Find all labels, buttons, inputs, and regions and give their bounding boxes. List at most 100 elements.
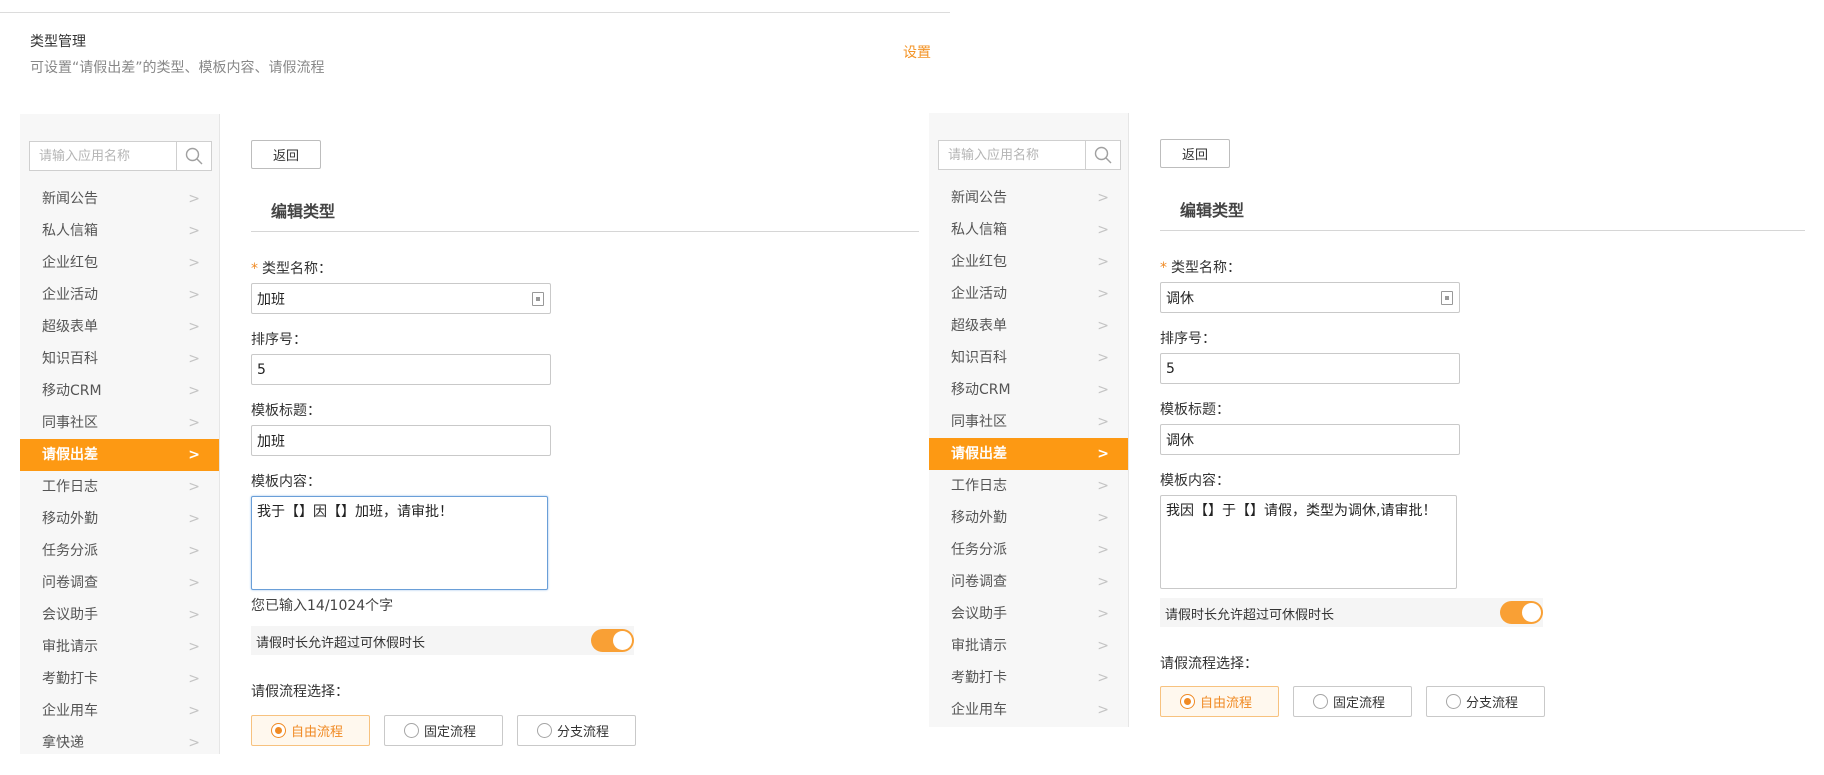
sidebar-item[interactable]: 移动CRM > [20, 375, 219, 407]
sidebar-item[interactable]: 新闻公告 > [20, 183, 219, 215]
type-management-header: 类型管理 可设置“请假出差”的类型、模板内容、请假流程 [30, 32, 325, 78]
sidebar-item-label: 会议助手 [42, 607, 98, 623]
sidebar-item-label: 企业活动 [951, 286, 1007, 302]
sidebar-item-label: 移动CRM [42, 383, 102, 399]
sidebar-item-label: 超级表单 [951, 318, 1007, 334]
sidebar-item[interactable]: 问卷调查 > [20, 567, 219, 599]
sidebar-item[interactable]: 私人信箱 > [929, 214, 1128, 246]
flow-option-label: 固定流程 [1333, 696, 1386, 711]
chevron-right-icon: > [1097, 350, 1109, 366]
sidebar-item[interactable]: 审批请示 > [20, 631, 219, 663]
chevron-right-icon: > [188, 319, 200, 335]
sidebar-item[interactable]: 移动外勤 > [929, 502, 1128, 534]
sidebar-item-label: 任务分派 [42, 543, 98, 559]
app-search-input[interactable] [30, 142, 176, 170]
app-search-box [29, 141, 212, 171]
sidebar-item[interactable]: 会议助手 > [929, 598, 1128, 630]
sidebar-item-label: 企业红包 [42, 255, 98, 271]
type-name-label: * 类型名称： [251, 258, 332, 278]
sidebar-item-label: 超级表单 [42, 319, 98, 335]
settings-link[interactable]: 设置 [903, 42, 931, 62]
chevron-right-icon: > [188, 479, 200, 495]
sidebar-item[interactable]: 考勤打卡 > [929, 662, 1128, 694]
flow-option-branch[interactable]: 分支流程 [517, 715, 636, 746]
app-search-input[interactable] [939, 141, 1085, 169]
sidebar-item[interactable]: 新闻公告 > [929, 182, 1128, 214]
overtime-allowance-toggle[interactable] [1500, 601, 1543, 624]
sidebar-item[interactable]: 企业红包 > [929, 246, 1128, 278]
flow-option-fixed[interactable]: 固定流程 [384, 715, 503, 746]
sidebar-item[interactable]: 问卷调查 > [929, 566, 1128, 598]
back-button[interactable]: 返回 [251, 140, 321, 169]
template-content-textarea[interactable]: 我因【】于【】请假，类型为调休,请审批！ [1160, 495, 1457, 589]
chevron-right-icon: > [1097, 542, 1109, 558]
chevron-right-icon: > [188, 447, 200, 463]
sidebar-item[interactable]: 请假出差 > [20, 439, 219, 471]
flow-select-label: 请假流程选择： [1160, 656, 1258, 672]
sidebar-item[interactable]: 拿快递 > [20, 727, 219, 754]
sidebar-item[interactable]: 考勤打卡 > [20, 663, 219, 695]
flow-option-free[interactable]: 自由流程 [1160, 686, 1279, 717]
sidebar-item[interactable]: 工作日志 > [929, 470, 1128, 502]
sidebar-item[interactable]: 企业红包 > [20, 247, 219, 279]
back-button[interactable]: 返回 [1160, 139, 1230, 168]
sort-number-input[interactable] [251, 354, 551, 385]
chevron-right-icon: > [188, 735, 200, 751]
chevron-right-icon: > [188, 383, 200, 399]
type-name-label: * 类型名称： [1160, 257, 1241, 277]
sidebar-item[interactable]: 企业活动 > [20, 279, 219, 311]
template-title-input[interactable] [1160, 424, 1460, 455]
sidebar-item[interactable]: 审批请示 > [929, 630, 1128, 662]
flow-option-branch[interactable]: 分支流程 [1426, 686, 1545, 717]
sidebar-item[interactable]: 私人信箱 > [20, 215, 219, 247]
flow-option-free[interactable]: 自由流程 [251, 715, 370, 746]
template-title-label: 模板标题： [251, 403, 321, 419]
contact-card-icon[interactable] [1441, 291, 1453, 305]
sidebar-item[interactable]: 企业用车 > [20, 695, 219, 727]
sidebar-item[interactable]: 移动CRM > [929, 374, 1128, 406]
chevron-right-icon: > [1097, 478, 1109, 494]
chevron-right-icon: > [1097, 638, 1109, 654]
search-icon [185, 147, 203, 165]
sidebar-item-label: 新闻公告 [42, 191, 98, 207]
type-name-input[interactable] [1160, 282, 1460, 313]
chevron-right-icon: > [188, 191, 200, 207]
sidebar-item-label: 企业红包 [951, 254, 1007, 270]
right-panel: 新闻公告>私人信箱>企业红包>企业活动>超级表单>知识百科>移动CRM>同事社区… [929, 113, 1805, 727]
template-title-input[interactable] [251, 425, 551, 456]
sidebar-item[interactable]: 超级表单 > [20, 311, 219, 343]
flow-option-label: 分支流程 [557, 725, 610, 740]
sidebar-item[interactable]: 知识百科 > [929, 342, 1128, 374]
sidebar-item[interactable]: 工作日志 > [20, 471, 219, 503]
chevron-right-icon: > [188, 607, 200, 623]
template-title-label: 模板标题： [1160, 402, 1230, 418]
contact-card-icon[interactable] [532, 292, 544, 306]
template-content-textarea[interactable]: 我于【】因【】加班，请审批！ [251, 496, 548, 590]
sidebar-item[interactable]: 任务分派 > [20, 535, 219, 567]
sidebar-item-label: 工作日志 [42, 479, 98, 495]
search-icon [1094, 146, 1112, 164]
chevron-right-icon: > [1097, 382, 1109, 398]
sidebar-item[interactable]: 知识百科 > [20, 343, 219, 375]
overtime-allowance-toggle[interactable] [591, 629, 634, 652]
sidebar-item[interactable]: 请假出差 > [929, 438, 1128, 470]
sidebar-item[interactable]: 企业活动 > [929, 278, 1128, 310]
type-name-input[interactable] [251, 283, 551, 314]
sort-number-input[interactable] [1160, 353, 1460, 384]
search-button[interactable] [176, 142, 211, 170]
sidebar-item-label: 新闻公告 [951, 190, 1007, 206]
sidebar-item-label: 企业活动 [42, 287, 98, 303]
search-button[interactable] [1085, 141, 1120, 169]
section-title: 编辑类型 [1180, 201, 1245, 220]
chevron-right-icon: > [1097, 414, 1109, 430]
sidebar-item[interactable]: 同事社区 > [929, 406, 1128, 438]
sidebar-item[interactable]: 企业用车 > [929, 694, 1128, 726]
flow-option-fixed[interactable]: 固定流程 [1293, 686, 1412, 717]
sidebar-item[interactable]: 任务分派 > [929, 534, 1128, 566]
section-divider [1160, 230, 1805, 231]
sidebar-item[interactable]: 同事社区 > [20, 407, 219, 439]
sidebar-item[interactable]: 超级表单 > [929, 310, 1128, 342]
chevron-right-icon: > [1097, 286, 1109, 302]
sidebar-item[interactable]: 移动外勤 > [20, 503, 219, 535]
sidebar-item[interactable]: 会议助手 > [20, 599, 219, 631]
